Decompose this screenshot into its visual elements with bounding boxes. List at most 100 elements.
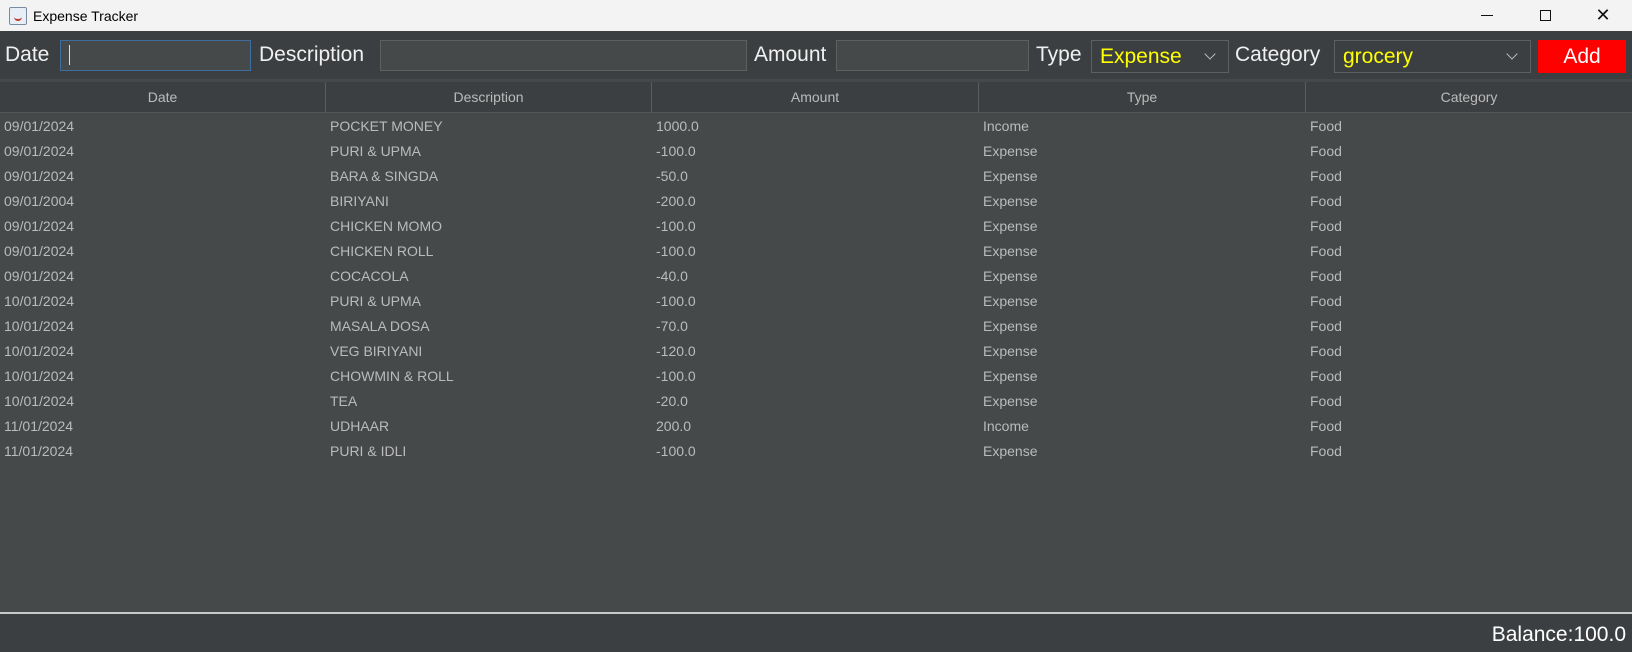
cell-type: Expense <box>983 443 1038 459</box>
cell-description: PURI & IDLI <box>330 443 407 459</box>
table-row[interactable]: 10/01/2024 TEA -20.0 Expense Food <box>0 389 1632 414</box>
cell-category: Food <box>1310 418 1342 434</box>
java-app-icon <box>9 6 27 25</box>
table-row[interactable]: 11/01/2024 PURI & IDLI -100.0 Expense Food <box>0 439 1632 464</box>
cell-category: Food <box>1310 193 1342 209</box>
cell-date: 11/01/2024 <box>4 443 74 459</box>
amount-field[interactable] <box>836 40 1029 71</box>
cell-date: 09/01/2024 <box>4 268 75 284</box>
table-row[interactable]: 09/01/2024 COCACOLA -40.0 Expense Food <box>0 264 1632 289</box>
maximize-icon <box>1539 10 1551 21</box>
table-header: Date Description Amount Type Category <box>0 82 1632 113</box>
cell-category: Food <box>1310 118 1342 134</box>
cell-description: BIRIYANI <box>330 193 389 209</box>
minimize-icon <box>1481 15 1493 16</box>
cell-date: 09/01/2024 <box>4 168 75 184</box>
cell-amount: -120.0 <box>656 343 696 359</box>
description-field[interactable] <box>380 40 747 71</box>
status-bar: Balance:100.0 <box>0 614 1632 652</box>
table-row[interactable]: 11/01/2024 UDHAAR 200.0 Income Food <box>0 414 1632 439</box>
table-row[interactable]: 10/01/2024 CHOWMIN & ROLL -100.0 Expense Foo… <box>0 364 1632 389</box>
input-bar: Date Description Amount Type Expense Cat… <box>0 31 1632 79</box>
balance-label: Balance:100.0 <box>1491 623 1626 646</box>
cell-amount: -100.0 <box>656 243 696 259</box>
type-dropdown[interactable]: Expense <box>1091 40 1229 73</box>
cell-date: 09/01/2024 <box>4 243 75 259</box>
cell-type: Expense <box>983 293 1038 309</box>
date-field[interactable] <box>60 40 251 71</box>
cell-category: Food <box>1310 143 1342 159</box>
cell-amount: -200.0 <box>656 193 696 209</box>
cell-type: Expense <box>983 193 1038 209</box>
cell-description: VEG BIRIYANI <box>330 343 423 359</box>
cell-category: Food <box>1310 243 1342 259</box>
cell-category: Food <box>1310 443 1342 459</box>
cell-amount: -70.0 <box>656 318 688 334</box>
close-icon: ✕ <box>1595 5 1611 25</box>
cell-type: Expense <box>983 268 1038 284</box>
cell-date: 11/01/2024 <box>4 418 74 434</box>
column-header-type[interactable]: Type <box>979 82 1306 112</box>
table-row[interactable]: 09/01/2024 CHICKEN ROLL -100.0 Expense Food <box>0 239 1632 264</box>
amount-label: Amount <box>754 43 827 66</box>
cell-type: Expense <box>983 318 1038 334</box>
cell-type: Expense <box>983 393 1038 409</box>
cell-category: Food <box>1310 393 1342 409</box>
table-row[interactable]: 09/01/2024 PURI & UPMA -100.0 Expense Food <box>0 139 1632 164</box>
table-row[interactable]: 10/01/2024 MASALA DOSA -70.0 Expense Food <box>0 314 1632 339</box>
cell-type: Expense <box>983 218 1038 234</box>
window-controls: ✕ <box>1458 0 1632 31</box>
cell-description: CHOWMIN & ROLL <box>330 368 454 384</box>
column-header-amount[interactable]: Amount <box>652 82 979 112</box>
close-button[interactable]: ✕ <box>1574 0 1632 31</box>
cell-category: Food <box>1310 268 1342 284</box>
cell-amount: 1000.0 <box>656 118 699 134</box>
cell-amount: -100.0 <box>656 368 696 384</box>
table-row[interactable]: 09/01/2024 BARA & SINGDA -50.0 Expense Food <box>0 164 1632 189</box>
cell-date: 09/01/2024 <box>4 218 75 234</box>
cell-date: 09/01/2004 <box>4 193 75 209</box>
cell-description: POCKET MONEY <box>330 118 443 134</box>
text-caret <box>69 45 70 65</box>
type-selected-value: Expense <box>1100 44 1182 68</box>
cell-description: PURI & UPMA <box>330 143 422 159</box>
cell-date: 10/01/2024 <box>4 318 75 334</box>
table-row[interactable]: 09/01/2024 CHICKEN MOMO -100.0 Expense Food <box>0 214 1632 239</box>
cell-date: 09/01/2024 <box>4 143 75 159</box>
cell-type: Income <box>983 118 1029 134</box>
cell-date: 10/01/2024 <box>4 368 75 384</box>
cell-date: 10/01/2024 <box>4 293 75 309</box>
cell-category: Food <box>1310 293 1342 309</box>
cell-date: 10/01/2024 <box>4 393 75 409</box>
cell-category: Food <box>1310 343 1342 359</box>
minimize-button[interactable] <box>1458 0 1516 31</box>
table-row[interactable]: 09/01/2004 BIRIYANI -200.0 Expense Food <box>0 189 1632 214</box>
category-dropdown[interactable]: grocery <box>1334 40 1531 73</box>
add-button[interactable]: Add <box>1538 40 1626 73</box>
table-row[interactable]: 10/01/2024 PURI & UPMA -100.0 Expense Food <box>0 289 1632 314</box>
cell-amount: -100.0 <box>656 443 696 459</box>
table-row[interactable]: 09/01/2024 POCKET MONEY 1000.0 Income Food <box>0 114 1632 139</box>
cell-description: BARA & SINGDA <box>330 168 439 184</box>
column-header-date[interactable]: Date <box>0 82 326 112</box>
cell-description: PURI & UPMA <box>330 293 422 309</box>
cell-category: Food <box>1310 218 1342 234</box>
cell-description: COCACOLA <box>330 268 409 284</box>
cell-amount: -40.0 <box>656 268 688 284</box>
cell-type: Expense <box>983 143 1038 159</box>
table-row[interactable]: 10/01/2024 VEG BIRIYANI -120.0 Expense Food <box>0 339 1632 364</box>
cell-description: UDHAAR <box>330 418 390 434</box>
cell-category: Food <box>1310 168 1342 184</box>
column-header-description[interactable]: Description <box>326 82 652 112</box>
cell-amount: -100.0 <box>656 218 696 234</box>
cell-amount: -100.0 <box>656 293 696 309</box>
title-bar: Expense Tracker ✕ <box>0 0 1632 31</box>
cell-type: Income <box>983 418 1029 434</box>
cell-category: Food <box>1310 368 1342 384</box>
date-label: Date <box>5 43 50 66</box>
cell-type: Expense <box>983 168 1038 184</box>
maximize-button[interactable] <box>1516 0 1574 31</box>
cell-amount: -50.0 <box>656 168 688 184</box>
column-header-category[interactable]: Category <box>1306 82 1632 112</box>
cell-description: CHICKEN ROLL <box>330 243 434 259</box>
